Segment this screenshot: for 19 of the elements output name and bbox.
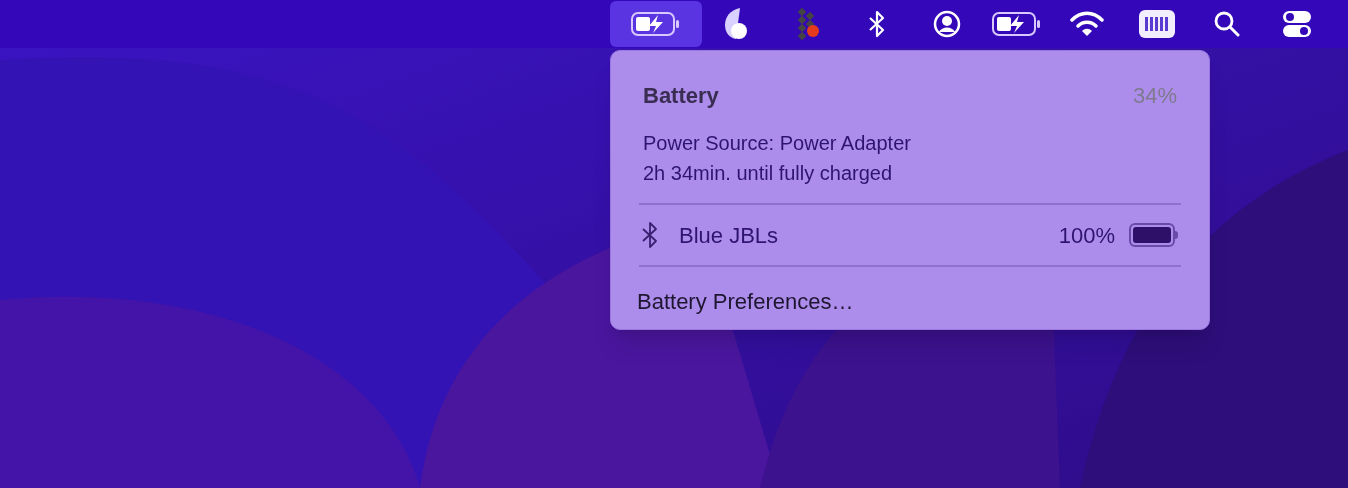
status-text: Power Source: Power Adapter [643, 131, 912, 156]
menu-bar-item[interactable] [610, 1, 702, 47]
toggles-icon [1282, 10, 1312, 38]
user-icon [933, 10, 961, 38]
menu-title: Battery [643, 82, 719, 110]
device-battery-icon [1129, 223, 1179, 247]
meter-icon [1139, 10, 1175, 38]
bluetooth-icon [868, 10, 886, 38]
status-text: 2h 34min. until fully charged [643, 161, 894, 186]
preferences-item[interactable]: Battery Preferences… [637, 285, 1183, 318]
battery-charging-icon [992, 12, 1042, 36]
device-percentage: 100% [1058, 221, 1115, 250]
moon-icon [724, 7, 750, 41]
search-icon [1214, 11, 1240, 37]
battery-charging-icon [631, 12, 681, 36]
device-name: Blue JBLs [679, 221, 779, 250]
wifi-icon [1070, 11, 1104, 37]
battery-percentage: 34% [1132, 82, 1177, 110]
bluetooth-icon [641, 221, 659, 249]
